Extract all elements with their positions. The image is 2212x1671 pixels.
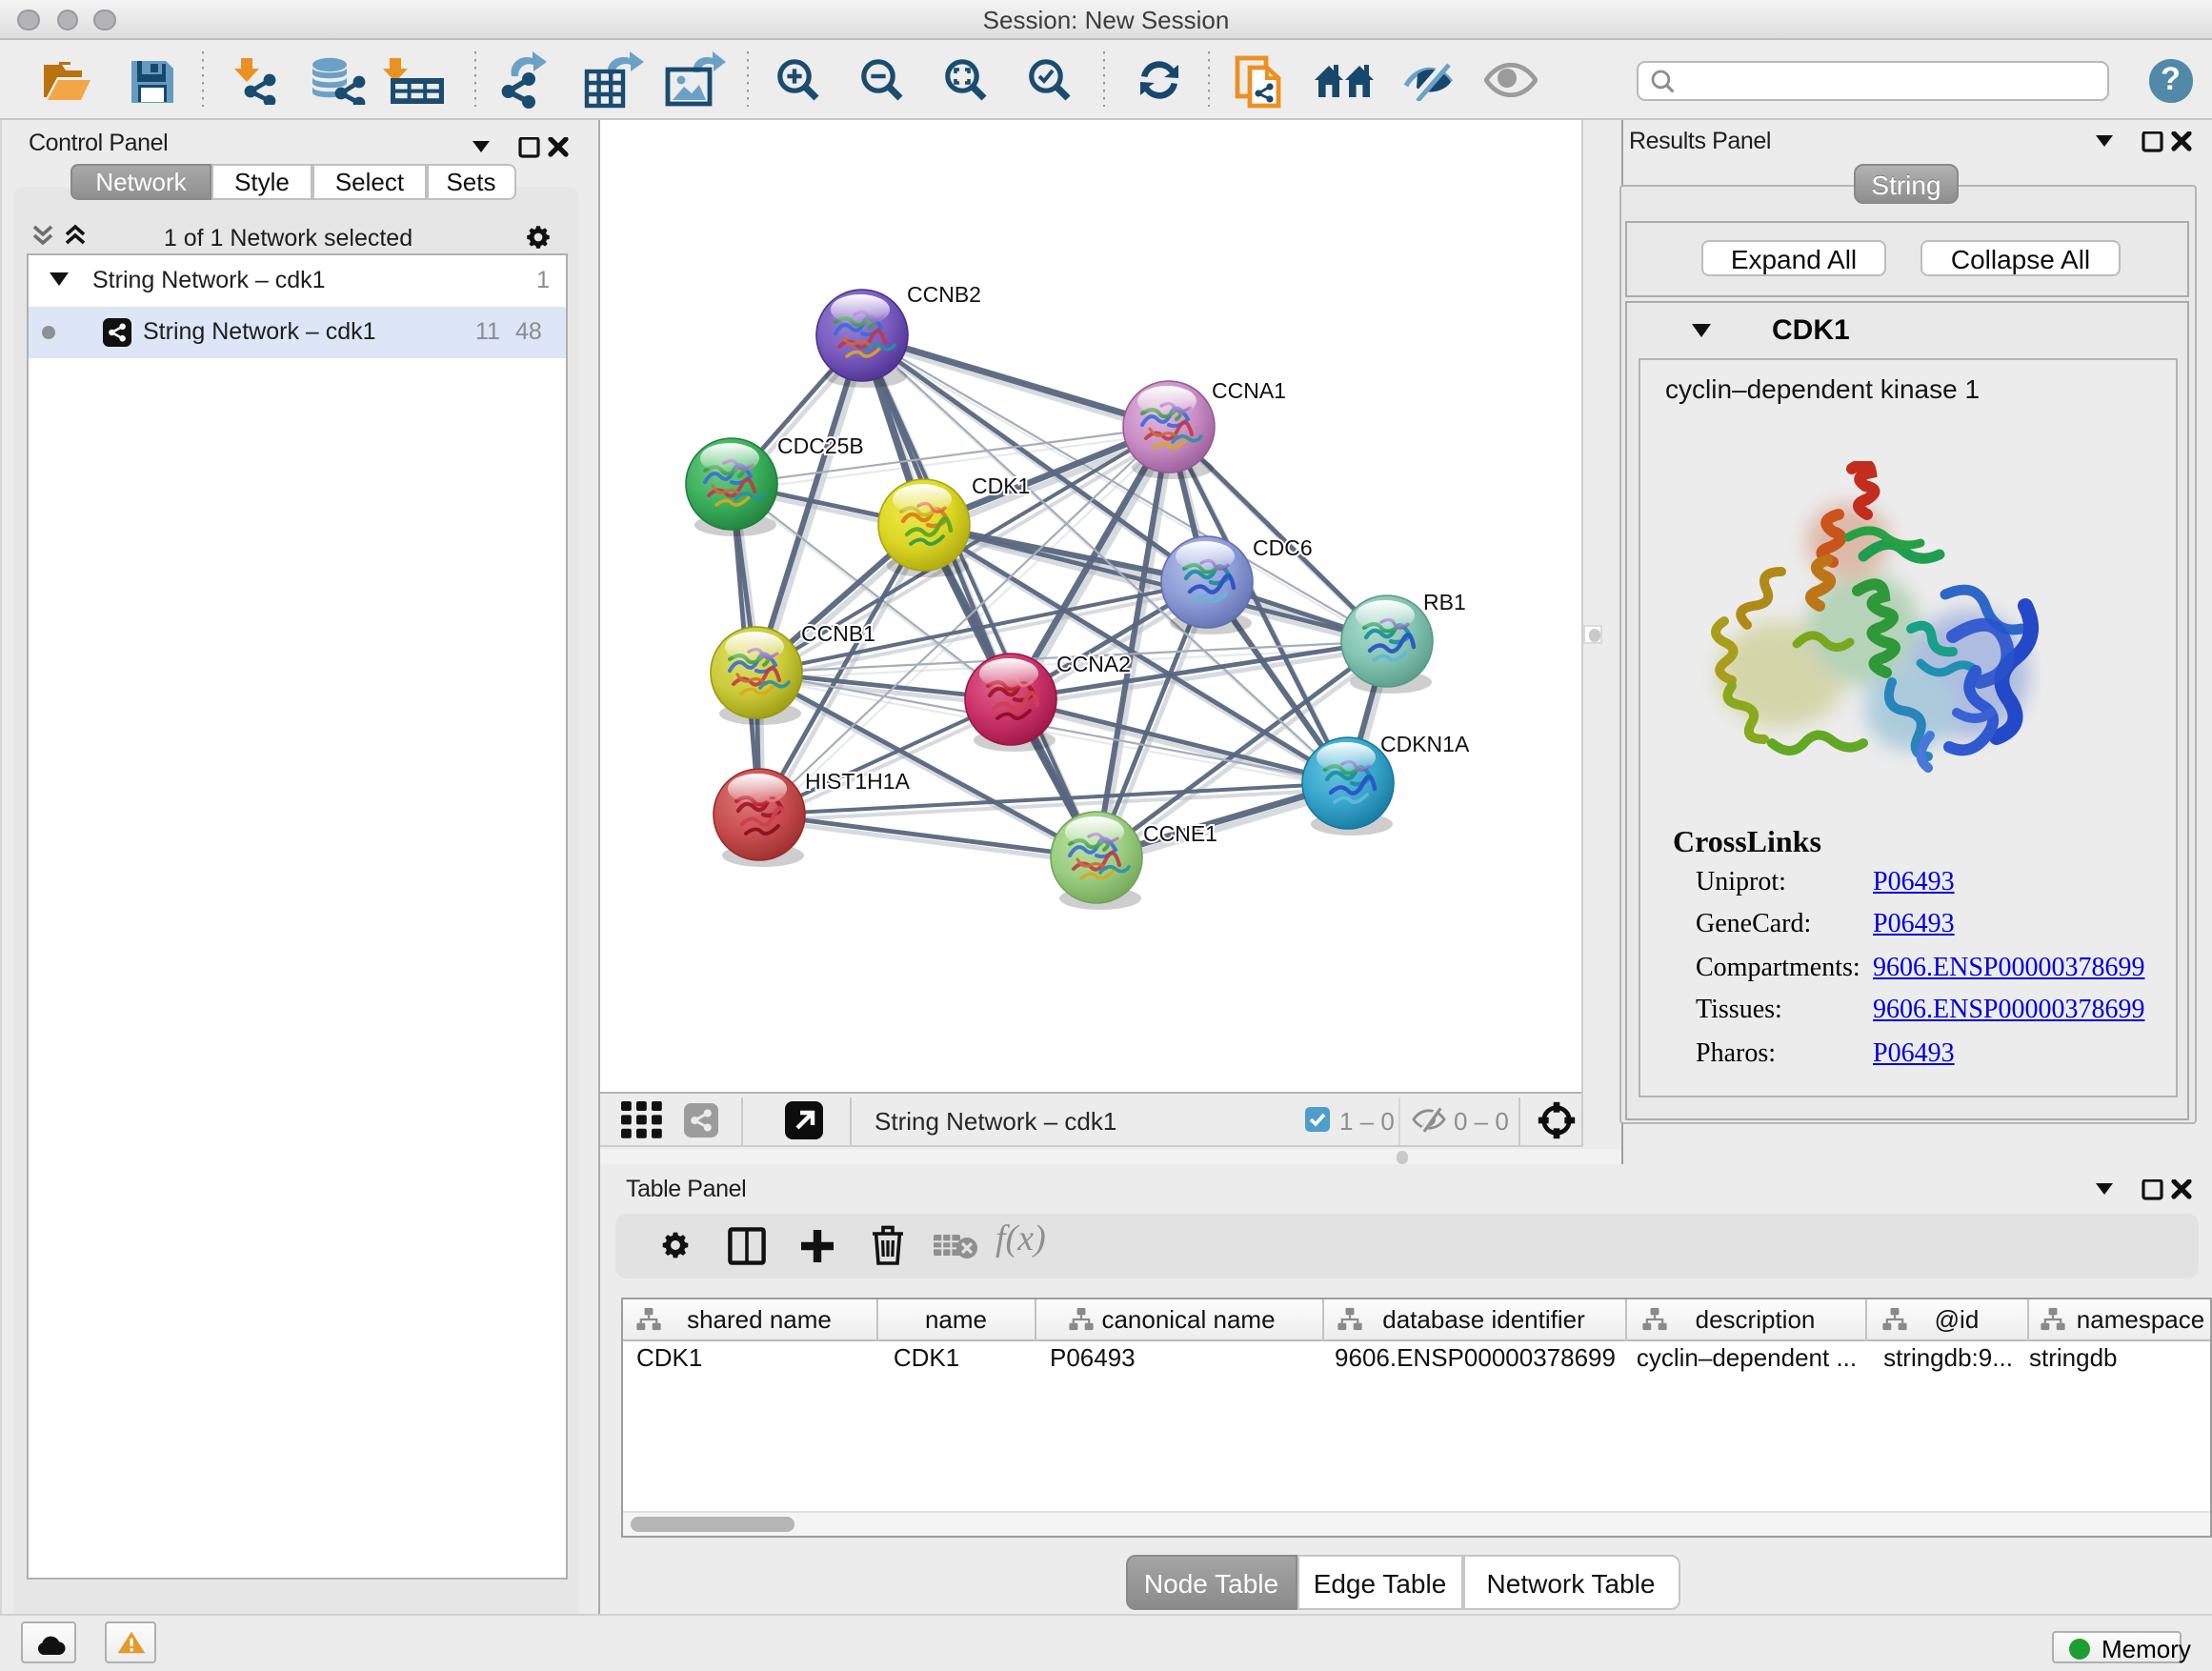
svg-text:CCNB2: CCNB2: [906, 281, 980, 306]
svg-text:RB1: RB1: [1422, 589, 1465, 614]
svg-text:CDC6: CDC6: [1252, 534, 1312, 559]
svg-text:CCNB1: CCNB1: [800, 620, 875, 645]
svg-text:CCNA1: CCNA1: [1211, 377, 1285, 402]
svg-text:CDKN1A: CDKN1A: [1379, 731, 1469, 755]
svg-text:CDK1: CDK1: [971, 473, 1029, 497]
svg-text:CCNA2: CCNA2: [1056, 651, 1130, 675]
svg-text:CCNE1: CCNE1: [1142, 820, 1217, 845]
svg-text:CDC25B: CDC25B: [776, 433, 863, 457]
svg-text:HIST1H1A: HIST1H1A: [804, 768, 910, 793]
